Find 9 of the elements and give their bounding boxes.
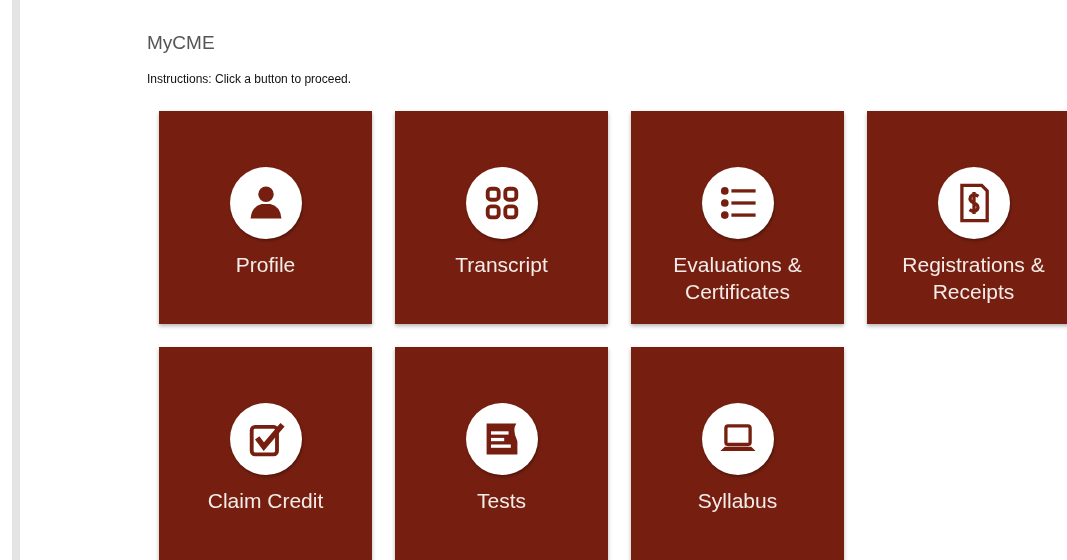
page-title: MyCME	[147, 32, 216, 54]
menu-tile[interactable]: Registrations & Receipts	[867, 111, 1067, 324]
menu-tile[interactable]: Tests	[395, 347, 608, 560]
instructions-text: Instructions: Click a button to proceed.	[147, 72, 353, 86]
menu-tile[interactable]: Syllabus	[631, 347, 844, 560]
menu-tile[interactable]: Transcript	[395, 111, 608, 324]
menu-tile[interactable]: Profile	[159, 111, 372, 324]
menu-tile[interactable]: Evaluations & Certificates	[631, 111, 844, 324]
menu-tile[interactable]: Claim Credit	[159, 347, 372, 560]
